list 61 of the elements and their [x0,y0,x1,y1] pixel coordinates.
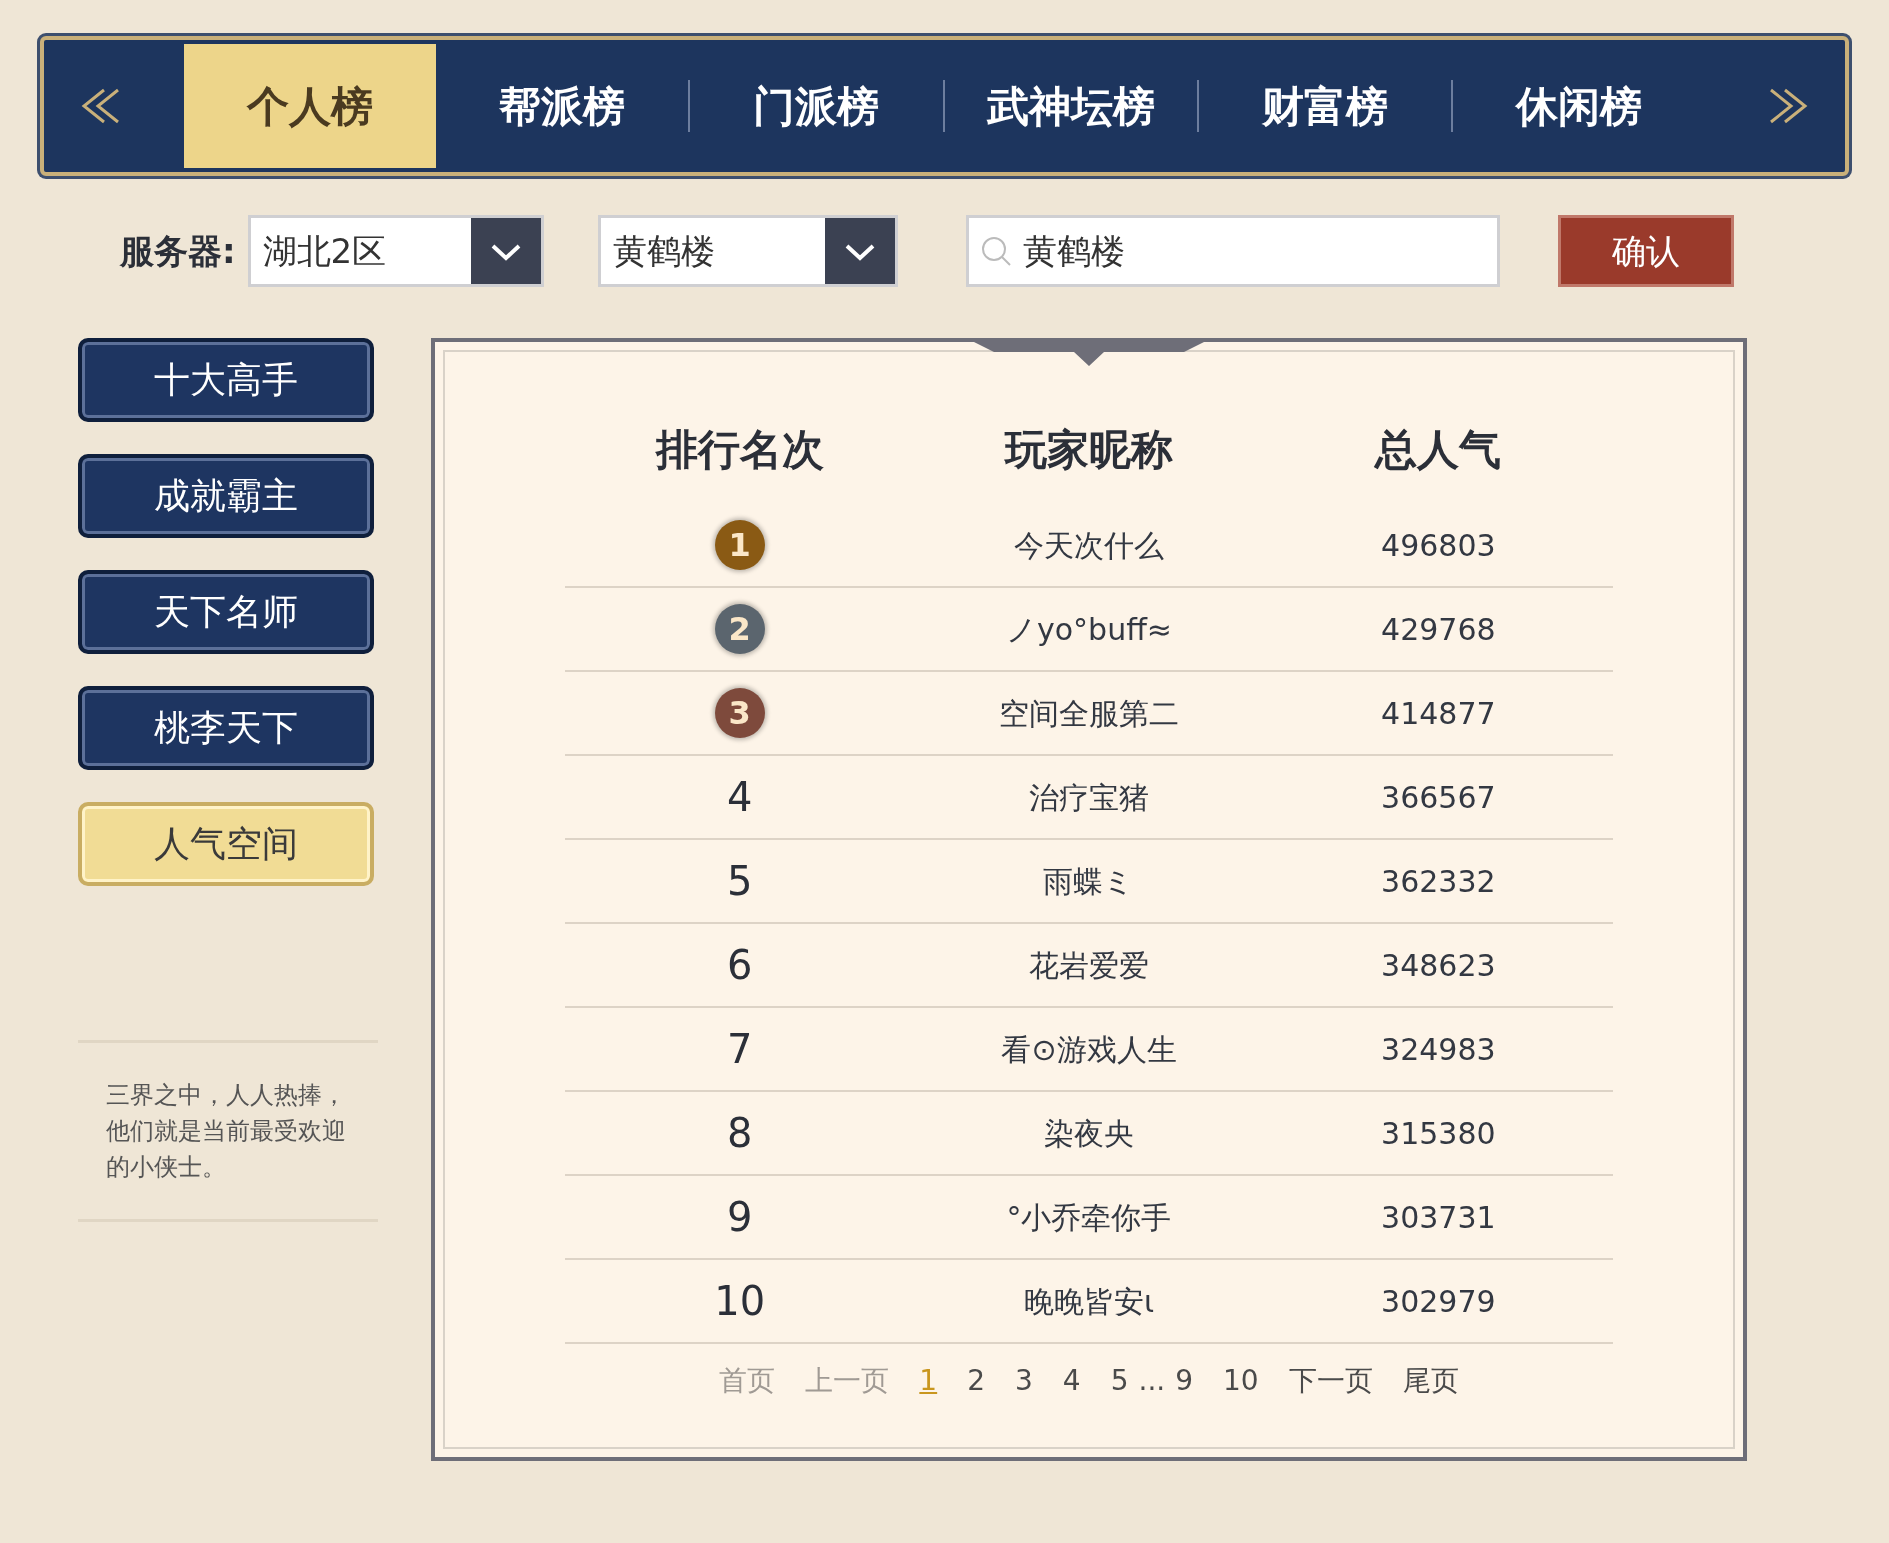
ranking-tab[interactable]: 休闲榜 [1452,44,1706,168]
player-name: 空间全服第二 [999,694,1179,733]
popularity-value: 496803 [1381,526,1496,565]
page-link[interactable]: 5 [1110,1360,1129,1402]
rank-number: 9 [726,1193,753,1242]
server-label: 服务器: [120,229,236,273]
confirm-button[interactable]: 确认 [1557,215,1734,287]
ranking-tab[interactable]: 帮派榜 [436,44,689,168]
player-name: 今天次什么 [1014,526,1164,565]
page-link[interactable]: 2 [967,1360,985,1402]
player-name: °小乔牵你手 [1006,1198,1172,1237]
rank-number: 8 [726,1109,753,1158]
rank-number: 10 [714,1277,766,1326]
page-link[interactable]: 10 [1223,1360,1259,1402]
rank-medal: 1 [714,520,765,570]
player-name: ノyo°buff≈ [1006,610,1172,649]
player-name: 治疗宝猪 [1029,778,1149,817]
category-button[interactable]: 天下名师 [78,570,374,654]
ranking-tab[interactable]: 门派榜 [690,44,943,168]
pagination-link[interactable]: 下一页 [1288,1360,1373,1402]
search-field[interactable]: 黄鹤楼 [965,215,1500,287]
column-header: 玩家昵称 [1005,423,1173,476]
player-name: 花岩爱爱 [1029,946,1149,985]
popularity-value: 414877 [1381,694,1496,733]
rank-number: 5 [726,857,753,906]
rank-medal: 2 [714,604,765,654]
column-header: 总人气 [1375,423,1502,476]
popularity-value: 366567 [1381,778,1496,817]
pagination-ellipsis: ... [1138,1363,1166,1399]
ranking-tab[interactable]: 财富榜 [1198,44,1451,168]
rank-medal: 3 [714,688,765,738]
player-name: 晚晚皆安ι [1023,1282,1155,1321]
page-link[interactable]: 9 [1175,1360,1193,1402]
category-button[interactable]: 成就霸主 [78,454,374,538]
page-link[interactable]: 3 [1015,1360,1033,1402]
chevron-down-icon [824,218,895,284]
group-select[interactable]: 黄鹤楼 [597,215,898,287]
page-link[interactable]: 4 [1062,1360,1081,1402]
category-button[interactable]: 十大高手 [78,338,374,422]
popularity-value: 315380 [1381,1114,1496,1153]
player-name: 雨蝶ミ [1043,862,1135,901]
rank-number: 4 [726,773,753,822]
category-button[interactable]: 人气空间 [78,802,374,886]
rank-number: 7 [726,1025,753,1074]
ranking-tab[interactable]: 个人榜 [184,44,437,168]
popularity-value: 302979 [1381,1282,1496,1321]
description-text: 三界之中，人人热捧，他们就是当前最受欢迎的小侠士。 [106,1080,347,1183]
pagination-link[interactable]: 尾页 [1402,1360,1459,1402]
popularity-value: 429768 [1381,610,1496,649]
popularity-value: 303731 [1381,1198,1496,1237]
rank-number: 6 [726,941,753,990]
popularity-value: 362332 [1381,862,1496,901]
server-select[interactable]: 湖北2区 [247,215,544,287]
category-button[interactable]: 桃李天下 [78,686,374,770]
ranking-tab[interactable]: 武神坛榜 [944,44,1197,168]
chevron-down-icon [470,218,541,284]
column-header: 排行名次 [655,423,824,476]
player-name: 染夜央 [1044,1114,1134,1153]
player-name: 看⊙游戏人生 [1001,1030,1177,1069]
popularity-value: 324983 [1381,1030,1496,1069]
popularity-value: 348623 [1381,946,1496,985]
